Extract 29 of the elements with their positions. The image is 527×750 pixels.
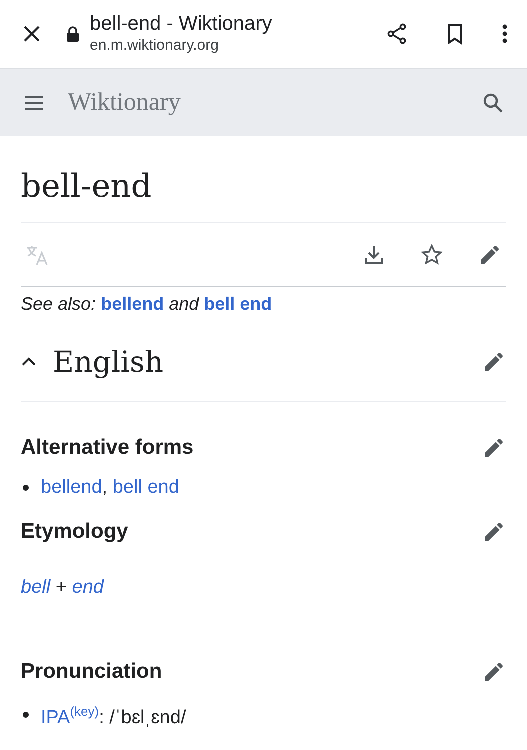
edit-icon[interactable] xyxy=(482,350,506,374)
link[interactable]: end xyxy=(72,577,104,598)
alternative-forms-line: bellend, bell end xyxy=(41,476,180,500)
page-title-text: bell-end - Wiktionary xyxy=(90,12,274,36)
section-heading: Alternative forms xyxy=(21,436,194,460)
link[interactable]: bell xyxy=(21,577,51,598)
share-icon[interactable] xyxy=(385,22,409,46)
collapse-chevron-icon[interactable] xyxy=(21,357,37,367)
url-text[interactable]: en.m.wiktionary.org xyxy=(90,36,385,56)
language-heading[interactable]: English xyxy=(53,345,164,379)
section-heading: Pronunciation xyxy=(21,660,162,684)
article-title: bell-end xyxy=(21,136,506,223)
star-icon[interactable] xyxy=(420,242,444,266)
link[interactable]: bellend xyxy=(41,477,102,498)
edit-icon[interactable] xyxy=(482,436,506,460)
section-heading: Etymology xyxy=(21,520,128,544)
etymology-text: bell + end xyxy=(21,576,106,600)
edit-icon[interactable] xyxy=(482,660,506,684)
lock-icon xyxy=(66,26,80,42)
edit-icon[interactable] xyxy=(482,520,506,544)
see-also-note: See also: bellend and bell end xyxy=(21,293,274,316)
pronunciation-line: IPA$^{(key)}$: /ˈbɛlˌɛnd/ xyxy=(41,703,186,730)
link[interactable]: bell end xyxy=(204,294,272,314)
link[interactable]: bellend xyxy=(101,294,164,314)
link[interactable]: (key) xyxy=(70,704,100,719)
link[interactable]: IPA xyxy=(41,707,70,728)
more-icon[interactable] xyxy=(501,22,509,46)
site-title[interactable]: Wiktionary xyxy=(68,88,481,116)
link[interactable]: bell end xyxy=(112,477,180,498)
